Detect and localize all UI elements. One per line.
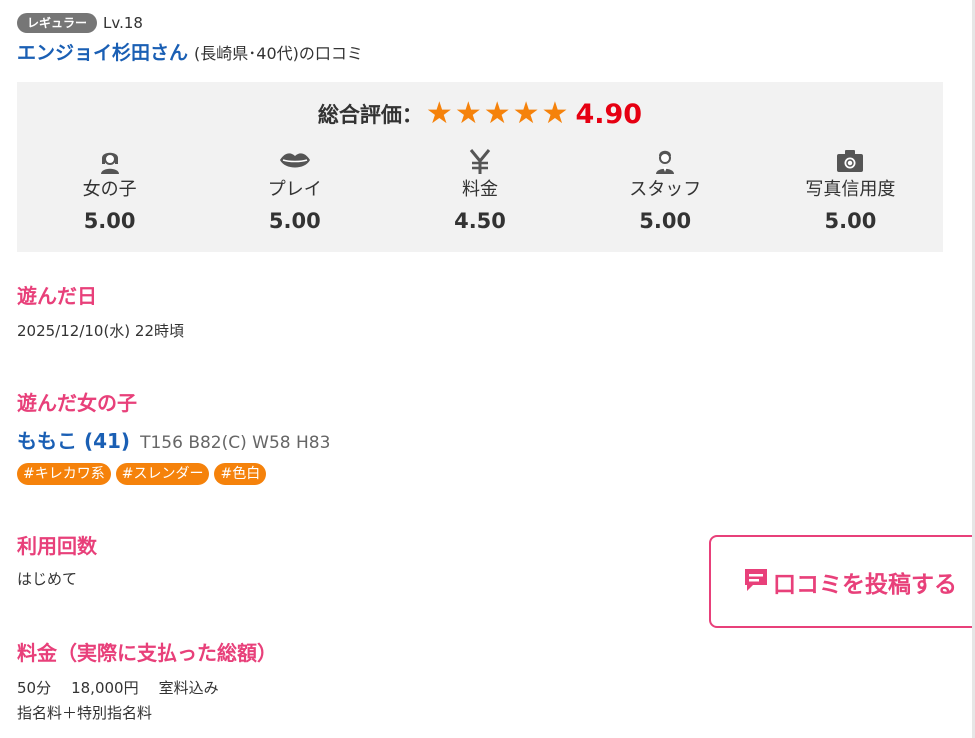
- rating-panel: 総合評価： ★ ★ ★ ★ ★ 4.90 女の子 5.00 プレイ 5.00 料…: [17, 82, 943, 252]
- reviewer-level: Lv.18: [103, 14, 143, 32]
- overall-rating-label: 総合評価：: [317, 103, 423, 127]
- price-room-note: 室料込み: [158, 679, 219, 697]
- star-icon: ★: [454, 96, 482, 131]
- reviewer-rank-line: レギュラー Lv.18: [17, 12, 943, 34]
- reviewer-name-link[interactable]: エンジョイ杉田さん: [17, 38, 188, 65]
- visit-date-value: 2025/12/10(水) 22時頃: [17, 322, 185, 340]
- star-rating: ★ ★ ★ ★ ★: [425, 99, 570, 129]
- review-header: レギュラー Lv.18 エンジョイ杉田さん (長崎県･40代)の口コミ 総合評価…: [17, 12, 943, 252]
- price-amount: 18,000円: [71, 679, 139, 697]
- usage-count-value: はじめて: [17, 570, 78, 588]
- category-photo: 写真信用度 5.00: [758, 146, 943, 238]
- price-line: 50分 18,000円 室料込み: [17, 677, 219, 698]
- rank-badge: レギュラー: [17, 13, 98, 33]
- staff-icon: [573, 146, 758, 176]
- yen-icon: [387, 146, 572, 176]
- price-nomination-note: 指名料＋特別指名料: [17, 704, 153, 722]
- overall-rating: 総合評価： ★ ★ ★ ★ ★ 4.90: [17, 98, 943, 130]
- tag-link[interactable]: #スレンダー: [115, 463, 210, 485]
- category-score: 5.00: [83, 209, 136, 233]
- girl-name-link[interactable]: ももこ (41): [17, 425, 130, 454]
- category-label: スタッフ: [629, 179, 702, 200]
- price-duration: 50分: [17, 679, 52, 697]
- category-score: 4.50: [454, 209, 506, 233]
- usage-count-heading: 利用回数: [17, 534, 97, 558]
- reviewer-line: エンジョイ杉田さん (長崎県･40代)の口コミ: [17, 38, 943, 66]
- comment-icon: [743, 567, 769, 597]
- star-icon: ★: [483, 96, 511, 131]
- girl-specs: T156 B82(C) W58 H83: [140, 433, 331, 453]
- post-review-label: 口コミを投稿する: [773, 571, 957, 598]
- price-heading: 料金（実際に支払った総額）: [17, 641, 277, 665]
- girl-heading: 遊んだ女の子: [17, 391, 137, 415]
- visit-date-heading: 遊んだ日: [17, 284, 97, 308]
- category-label: プレイ: [267, 179, 322, 200]
- woman-icon: [17, 146, 202, 176]
- girl-tags: #キレカワ系 #スレンダー #色白: [17, 463, 271, 485]
- category-label: 女の子: [82, 179, 137, 200]
- post-review-button[interactable]: 口コミを投稿する: [709, 535, 975, 628]
- tag-link[interactable]: #色白: [214, 463, 267, 485]
- girl-info: ももこ (41) T156 B82(C) W58 H83: [17, 425, 330, 454]
- category-girl: 女の子 5.00: [17, 146, 202, 238]
- category-staff: スタッフ 5.00: [573, 146, 758, 238]
- category-label: 写真信用度: [805, 179, 896, 200]
- star-icon: ★: [512, 96, 540, 131]
- category-score: 5.00: [639, 209, 692, 233]
- category-label: 料金: [462, 179, 498, 200]
- category-play: プレイ 5.00: [202, 146, 387, 238]
- category-score: 5.00: [268, 209, 321, 233]
- category-price: 料金 4.50: [387, 146, 572, 238]
- lips-icon: [202, 146, 387, 176]
- category-ratings: 女の子 5.00 プレイ 5.00 料金 4.50 スタッフ 5.00 写真信用…: [17, 146, 943, 238]
- overall-score: 4.90: [575, 98, 643, 130]
- category-score: 5.00: [824, 209, 877, 233]
- reviewer-meta: (長崎県･40代)の口コミ: [194, 44, 363, 63]
- star-icon: ★: [541, 96, 569, 131]
- camera-icon: [758, 146, 943, 176]
- star-icon: ★: [425, 96, 453, 131]
- tag-link[interactable]: #キレカワ系: [17, 463, 111, 485]
